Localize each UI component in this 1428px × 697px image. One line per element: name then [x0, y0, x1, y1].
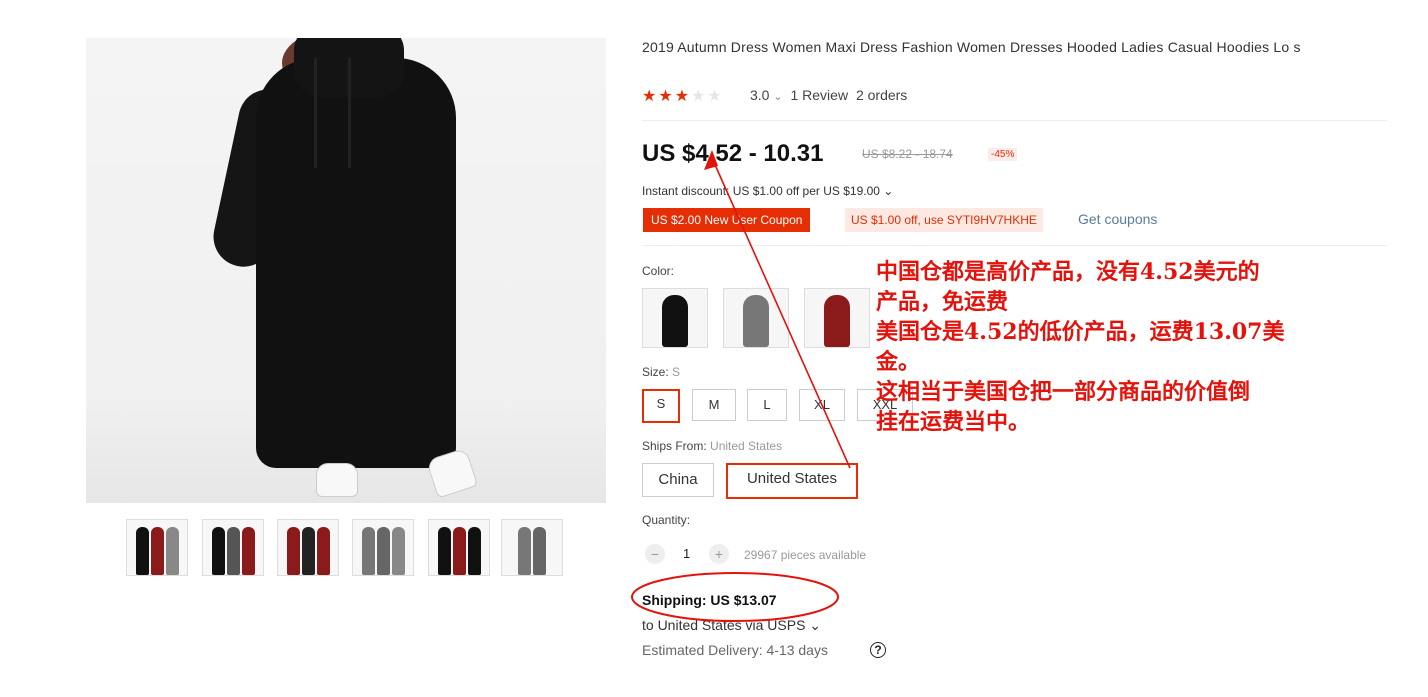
annotation-note: 中国仓都是高价产品，没有4.52美元的 产品，免运费 美国仓是4.52的低价产品…	[876, 259, 1285, 435]
annotation-arrow-line	[711, 157, 851, 469]
shipping-highlight-circle	[631, 572, 839, 622]
